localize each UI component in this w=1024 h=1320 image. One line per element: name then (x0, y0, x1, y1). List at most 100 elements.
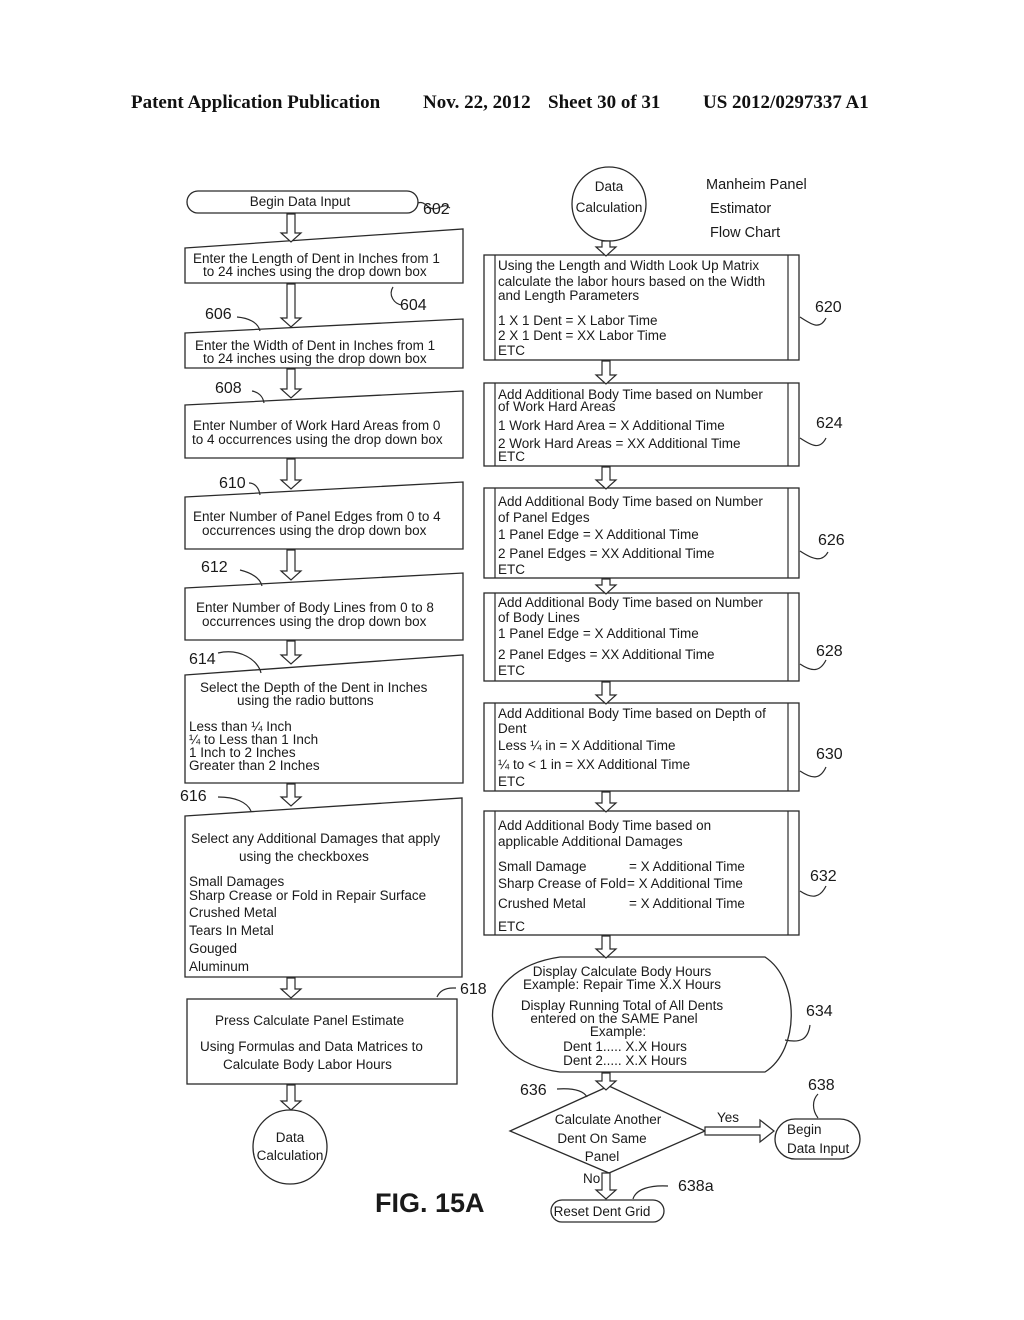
figure-label: FIG. 15A (375, 1188, 485, 1218)
step-text: Enter Number of Work Hard Areas from 0 (193, 418, 440, 433)
step-text: to 24 inches using the drop down box (203, 264, 427, 279)
leader-line (217, 796, 252, 812)
display-hours-shape: Display Calculate Body Hours Example: Re… (492, 956, 833, 1073)
ref-620: 620 (815, 299, 842, 316)
depth-select-step: Select the Depth of the Dent in Inches u… (184, 651, 464, 784)
checkbox-option: Gouged (189, 941, 237, 956)
ref-630: 630 (816, 746, 843, 763)
flow-arrow-down (279, 1084, 303, 1111)
step-text: 2 Work Hard Areas = XX Additional Time (498, 436, 741, 451)
connector-label: Calculation (576, 200, 643, 215)
flow-arrow-down (279, 549, 303, 581)
step-text: Add Additional Body Time based on Number (498, 595, 763, 610)
data-calculation-connector-out: Data Calculation (252, 1109, 328, 1185)
step-text: Enter Number of Panel Edges from 0 to 4 (193, 509, 441, 524)
work-hard-time-subprocess: Add Additional Body Time based on Number… (483, 382, 843, 467)
step-text: 2 Panel Edges = XX Additional Time (498, 647, 715, 662)
display-text: Dent 2..... X.X Hours (563, 1053, 687, 1068)
flow-arrow-down (279, 213, 303, 243)
begin-data-input-again-terminator: Begin Data Input 638 (774, 1077, 861, 1160)
leader-line (436, 987, 456, 998)
step-text: Less ¼ in = X Additional Time (498, 738, 675, 753)
reset-dent-grid-terminator: Reset Dent Grid 638a (550, 1178, 714, 1223)
step-text: ETC (498, 663, 525, 678)
work-hard-areas-input-step: Enter Number of Work Hard Areas from 0 t… (184, 380, 464, 459)
step-text: 1 Panel Edge = X Additional Time (498, 527, 699, 542)
decision-text: Panel (585, 1149, 620, 1164)
ref-634: 634 (806, 1003, 833, 1020)
step-text: using the radio buttons (237, 693, 374, 708)
body-lines-input-step: Enter Number of Body Lines from 0 to 8 o… (184, 559, 464, 641)
publication-label: Patent Application Publication (131, 92, 381, 113)
leader-line (799, 885, 827, 897)
damage-value: = X Additional Time (627, 876, 743, 891)
ref-602: 602 (423, 201, 450, 218)
flow-arrow-down (279, 640, 303, 665)
step-text: Using the Length and Width Look Up Matri… (498, 258, 759, 273)
step-text: of Body Lines (498, 610, 580, 625)
flow-arrow-down (594, 240, 618, 257)
ref-604: 604 (400, 297, 427, 314)
flow-arrow-down (279, 458, 303, 490)
decision-text: Calculate Another (555, 1112, 662, 1127)
panel-edges-input-step: Enter Number of Panel Edges from 0 to 4 … (184, 475, 464, 550)
flow-arrow-down (594, 360, 618, 385)
step-text: ETC (498, 919, 525, 934)
step-text: to 24 inches using the drop down box (203, 351, 427, 366)
ref-624: 624 (816, 415, 843, 432)
step-text: of Work Hard Areas (498, 399, 616, 414)
labor-matrix-subprocess: Using the Length and Width Look Up Matri… (483, 254, 842, 361)
step-text: 2 X 1 Dent = XX Labor Time (498, 328, 666, 343)
damages-time-subprocess: Add Additional Body Time based on applic… (483, 810, 837, 936)
connector-label: Data (595, 179, 624, 194)
flow-arrow-down (279, 368, 303, 399)
radio-option: Greater than 2 Inches (189, 758, 320, 773)
ref-618: 618 (460, 981, 487, 998)
step-text: 1 Work Hard Area = X Additional Time (498, 418, 725, 433)
sheet-number: Sheet 30 of 31 (548, 92, 660, 113)
leader-line (799, 316, 827, 326)
depth-time-subprocess: Add Additional Body Time based on Depth … (483, 702, 843, 792)
ref-610: 610 (219, 475, 246, 492)
width-input-step: Enter the Width of Dent in Inches from 1… (184, 306, 464, 369)
step-text: using the checkboxes (239, 849, 369, 864)
display-text: Dent 1..... X.X Hours (563, 1039, 687, 1054)
checkbox-option: Tears In Metal (189, 923, 274, 938)
step-text: calculate the labor hours based on the W… (498, 274, 765, 289)
step-text: Enter Number of Body Lines from 0 to 8 (196, 600, 434, 615)
patent-sheet: Patent Application Publication Nov. 22, … (131, 92, 869, 1223)
leader-line (556, 1088, 588, 1098)
flow-arrow-down (279, 977, 303, 999)
step-text: ETC (498, 449, 525, 464)
terminator-label: Begin (787, 1122, 822, 1137)
step-text: Add Additional Body Time based on Depth … (498, 706, 766, 721)
ref-608: 608 (215, 380, 242, 397)
chart-title-line: Flow Chart (710, 225, 780, 241)
flow-arrow-right (704, 1118, 775, 1144)
display-text: Example: (590, 1024, 646, 1039)
display-text: Example: Repair Time X.X Hours (523, 977, 721, 992)
checkbox-option: Aluminum (189, 959, 249, 974)
damage-value: = X Additional Time (629, 859, 745, 874)
chart-title-line: Estimator (710, 201, 771, 217)
data-calculation-connector-in: Data Calculation (571, 166, 647, 242)
yes-label: Yes (717, 1110, 739, 1125)
terminator-label: Data Input (787, 1141, 850, 1156)
terminator-label: Reset Dent Grid (554, 1204, 651, 1219)
panel-edges-time-subprocess: Add Additional Body Time based on Number… (483, 487, 845, 579)
flow-arrow-down (594, 791, 618, 813)
step-text: Select any Additional Damages that apply (191, 831, 440, 846)
step-text: ETC (498, 562, 525, 577)
checkbox-option: Crushed Metal (189, 905, 277, 920)
step-text: Press Calculate Panel Estimate (215, 1013, 404, 1028)
decision-text: Dent On Same (557, 1131, 646, 1146)
damage-value: = X Additional Time (629, 896, 745, 911)
leader-line (799, 766, 827, 778)
connector-label: Data (276, 1130, 305, 1145)
step-text: occurrences using the drop down box (202, 614, 427, 629)
ref-636: 636 (520, 1082, 547, 1099)
chart-title: Manheim Panel Estimator Flow Chart (706, 177, 807, 241)
leader-line (812, 1093, 819, 1119)
step-text: applicable Additional Damages (498, 834, 683, 849)
flow-arrow-down (594, 935, 618, 959)
